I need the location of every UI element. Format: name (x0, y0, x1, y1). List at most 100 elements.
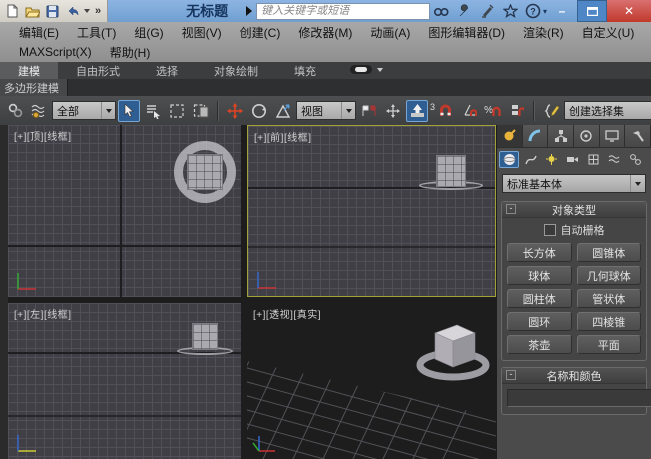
menu-graph-editors[interactable]: 图形编辑器(D) (419, 24, 514, 41)
help-icon[interactable]: ? (524, 2, 543, 20)
menu-edit[interactable]: 编辑(E) (10, 24, 68, 41)
box-object[interactable] (192, 323, 218, 350)
ribbon-minimize-icon[interactable] (350, 65, 372, 74)
select-and-manipulate-icon[interactable] (382, 100, 404, 122)
menu-animation[interactable]: 动画(A) (361, 24, 419, 41)
select-by-name-icon[interactable] (142, 100, 164, 122)
box-object[interactable] (187, 154, 223, 190)
cylinder-button[interactable]: 圆柱体 (507, 289, 572, 308)
plane-button[interactable]: 平面 (577, 335, 642, 354)
mirror-flags-icon[interactable] (358, 100, 380, 122)
wrench-icon[interactable] (455, 2, 474, 20)
box-object (435, 325, 475, 367)
ribbon-tab-populate[interactable]: 填充 (276, 62, 334, 79)
select-and-scale-icon[interactable] (272, 100, 294, 122)
category-shapes[interactable] (520, 151, 540, 168)
ribbon-panel-polygon-modeling[interactable]: 多边形建模 (0, 79, 68, 96)
ribbon-tab-modeling[interactable]: 建模 (0, 62, 58, 79)
tab-motion[interactable] (574, 125, 600, 147)
collapse-icon[interactable]: - (506, 204, 516, 214)
favorites-star-icon[interactable] (501, 2, 520, 20)
perspective-scene (247, 303, 496, 459)
tab-modify[interactable] (523, 125, 549, 147)
tab-display[interactable] (600, 125, 626, 147)
menu-customize[interactable]: 自定义(U) (573, 24, 644, 41)
ribbon-tab-freeform[interactable]: 自由形式 (58, 62, 138, 79)
snaps-toggle-icon[interactable] (434, 100, 456, 122)
tab-utilities[interactable] (625, 125, 651, 147)
box-button[interactable]: 长方体 (507, 243, 572, 262)
viewport-top-label[interactable]: [+][顶][线框] (14, 128, 72, 143)
menu-modifiers[interactable]: 修改器(M) (289, 24, 361, 41)
category-helpers[interactable] (583, 151, 603, 168)
select-and-rotate-icon[interactable] (248, 100, 270, 122)
selection-filter-dropdown[interactable]: 全部 (52, 101, 116, 120)
category-geometry[interactable] (499, 151, 519, 168)
save-icon[interactable] (44, 3, 61, 20)
menu-maxscript[interactable]: MAXScript(X) (10, 45, 101, 59)
tab-create[interactable] (497, 125, 523, 147)
window-crossing-toggle-icon[interactable] (190, 100, 212, 122)
select-and-move-icon[interactable] (224, 100, 246, 122)
tab-hierarchy[interactable] (548, 125, 574, 147)
named-selection-sets-dropdown[interactable]: 创建选择集 (564, 101, 651, 120)
viewport-left-label[interactable]: [+][左][线框] (14, 306, 72, 321)
viewport-perspective-label[interactable]: [+][透视][真实] (253, 306, 321, 321)
more-tools-icon[interactable]: » (93, 5, 103, 17)
cone-button[interactable]: 圆锥体 (577, 243, 642, 262)
use-pivot-center-button[interactable] (406, 100, 428, 122)
name-color-header[interactable]: - 名称和颜色 (502, 368, 646, 384)
primitive-category-dropdown[interactable]: 标准基本体 (502, 174, 646, 193)
communication-icon[interactable] (478, 2, 497, 20)
minimize-button[interactable]: – (547, 0, 577, 22)
bind-to-space-warp-icon[interactable] (28, 100, 50, 122)
category-lights[interactable] (541, 151, 561, 168)
close-button[interactable]: ✕ (607, 0, 651, 22)
reference-coordinate-dropdown[interactable]: 视图 (296, 101, 356, 120)
category-systems[interactable] (625, 151, 645, 168)
pyramid-button[interactable]: 四棱锥 (577, 312, 642, 331)
ribbon-tab-selection[interactable]: 选择 (138, 62, 196, 79)
viewport-front-label[interactable]: [+][前][线框] (254, 129, 312, 144)
autogrid-checkbox[interactable] (544, 224, 556, 236)
viewport-front-active[interactable]: [+][前][线框] (247, 125, 496, 297)
new-file-icon[interactable] (4, 3, 21, 20)
viewport-perspective[interactable]: [+][透视][真实] (247, 303, 496, 459)
menu-rendering[interactable]: 渲染(R) (514, 24, 573, 41)
search-icon[interactable] (432, 2, 451, 20)
object-name-input[interactable] (507, 389, 651, 407)
select-and-link-icon[interactable] (4, 100, 26, 122)
menu-views[interactable]: 视图(V) (173, 24, 231, 41)
spinner-snap-toggle-icon[interactable] (506, 100, 528, 122)
open-file-icon[interactable] (24, 3, 41, 20)
maximize-button[interactable] (577, 0, 607, 22)
box-object[interactable] (436, 155, 466, 187)
ribbon-minimize-arrow-icon[interactable] (377, 68, 383, 72)
teapot-button[interactable]: 茶壶 (507, 335, 572, 354)
angle-snap-toggle-icon[interactable] (458, 100, 480, 122)
geometry-sphere-icon (503, 153, 516, 166)
category-cameras[interactable] (562, 151, 582, 168)
ribbon-tab-object-paint[interactable]: 对象绘制 (196, 62, 276, 79)
viewport-left[interactable]: [+][左][线框] (8, 303, 241, 459)
select-object-button[interactable] (118, 100, 140, 122)
tube-button[interactable]: 管状体 (577, 289, 642, 308)
viewport-top[interactable]: [+][顶][线框] (8, 125, 241, 297)
geosphere-button[interactable]: 几何球体 (577, 266, 642, 285)
search-input[interactable] (256, 3, 430, 20)
object-type-header[interactable]: - 对象类型 (502, 202, 646, 218)
menu-group[interactable]: 组(G) (125, 24, 172, 41)
collapse-icon[interactable]: - (506, 370, 516, 380)
sphere-button[interactable]: 球体 (507, 266, 572, 285)
category-space-warps[interactable] (604, 151, 624, 168)
menu-tools[interactable]: 工具(T) (68, 24, 125, 41)
search-history-icon[interactable] (246, 6, 252, 16)
torus-button[interactable]: 圆环 (507, 312, 572, 331)
rectangular-selection-region-icon[interactable] (166, 100, 188, 122)
menu-create[interactable]: 创建(C) (231, 24, 290, 41)
menu-help[interactable]: 帮助(H) (101, 44, 160, 61)
undo-dropdown-arrow[interactable] (84, 9, 90, 13)
percent-snap-toggle-icon[interactable]: % (482, 100, 504, 122)
edit-named-selection-sets-icon[interactable] (540, 100, 562, 122)
undo-icon[interactable] (64, 3, 81, 20)
